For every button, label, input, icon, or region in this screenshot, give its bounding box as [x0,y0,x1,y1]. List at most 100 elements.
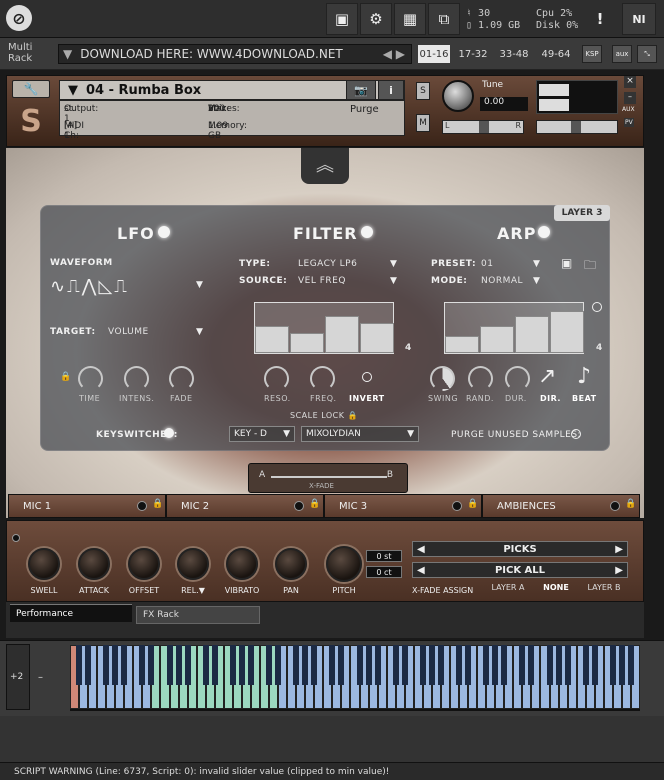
ni-logo-icon[interactable]: ⊘ [6,5,32,31]
chevron-down-icon[interactable]: ▼ [196,327,203,337]
random-knob[interactable] [468,366,493,391]
step-bar[interactable] [480,325,514,353]
waveform-selector[interactable]: ∿⎍⋀◺⎍ [50,276,129,297]
black-key[interactable] [338,645,345,685]
black-key[interactable] [437,645,444,685]
window-icon[interactable]: ⧉ [428,3,460,35]
chevron-down-icon[interactable]: ▼ [390,259,397,269]
pitch-knob[interactable] [326,546,362,582]
mic-1-toggle[interactable] [137,501,147,511]
mute-button[interactable]: M [416,114,430,132]
attack-knob[interactable] [78,548,110,580]
black-key[interactable] [419,645,426,685]
black-key[interactable] [519,645,526,685]
wrench-icon[interactable]: 🔧 [12,80,50,98]
filter-toggle[interactable] [361,226,373,238]
scale-dropdown[interactable]: MIXOLYDIAN ▼ [301,426,419,442]
frequency-knob[interactable] [310,366,335,391]
black-key[interactable] [266,645,273,685]
black-key[interactable] [618,645,625,685]
chevron-down-icon[interactable]: ▼ [390,276,397,286]
xfade-slider[interactable]: A B X-FADE [248,463,408,493]
black-key[interactable] [492,645,499,685]
rack-tab-3[interactable]: 33-48 [496,45,532,63]
save-icon[interactable]: ▣ [561,256,572,270]
power-indicator[interactable] [12,534,20,542]
tab-fx-rack[interactable]: FX Rack [136,606,260,624]
black-key[interactable] [121,645,128,685]
time-knob[interactable] [78,366,103,391]
black-key[interactable] [582,645,589,685]
rack-name-field[interactable]: ▼ DOWNLOAD HERE: WWW.4DOWNLOAD.NET ◀ ▶ [58,44,412,64]
layer-a-button[interactable]: LAYER A [484,583,532,596]
lock-icon[interactable]: 🔒 [625,499,636,509]
ni-icon[interactable]: NI [622,3,656,35]
step-bar[interactable] [360,323,394,353]
picks-selector[interactable]: ◀ PICKS ▶ [412,541,628,557]
direction-arrow-icon[interactable]: ↗ [538,364,556,389]
lfo-toggle[interactable] [158,226,170,238]
camera-icon[interactable]: 📷 [346,80,376,100]
keyswitches-toggle[interactable] [164,428,174,438]
black-key[interactable] [139,645,146,685]
black-key[interactable] [275,645,282,685]
black-key[interactable] [148,645,155,685]
warning-icon[interactable]: ! [584,3,616,35]
intensity-knob[interactable] [124,366,149,391]
step-bar[interactable] [255,325,289,353]
solo-button[interactable]: S [416,82,430,100]
swing-knob[interactable] [430,366,455,391]
volume-slider[interactable] [536,120,618,134]
black-key[interactable] [247,645,254,685]
black-key[interactable] [293,645,300,685]
black-key[interactable] [483,645,490,685]
type-dropdown[interactable]: LEGACY LP6 [298,259,357,269]
octave-down-button[interactable]: – [38,672,43,683]
rack-tab-4[interactable]: 49-64 [538,45,574,63]
tune-knob[interactable] [442,80,474,112]
rack-tab-1[interactable]: 01-16 [418,45,450,63]
gear-icon[interactable]: ⚙ [360,3,392,35]
black-key[interactable] [76,645,83,685]
chevron-up-icon[interactable]: ︽ [301,148,349,184]
arp-step-toggle[interactable] [592,302,602,312]
lock-icon[interactable]: 🔒 [467,499,478,509]
semitone-field[interactable]: 0 st [366,550,402,562]
black-key[interactable] [166,645,173,685]
source-dropdown[interactable]: VEL FREQ [298,276,346,286]
chevron-down-icon[interactable]: ▼ [533,276,540,286]
close-icon[interactable]: × [624,76,636,88]
black-key[interactable] [85,645,92,685]
chevron-down-icon[interactable]: ▼ [533,259,540,269]
black-key[interactable] [564,645,571,685]
black-key[interactable] [609,645,616,685]
folder-icon[interactable]: 🗀 [584,256,596,277]
step-bar[interactable] [325,315,359,353]
black-key[interactable] [184,645,191,685]
layer-b-button[interactable]: LAYER B [580,583,628,596]
aux-toggle[interactable]: AUX [622,106,635,113]
offset-knob[interactable] [128,548,160,580]
black-key[interactable] [103,645,110,685]
purge-dropdown[interactable]: Purge [350,104,379,115]
black-key[interactable] [591,645,598,685]
invert-toggle[interactable] [362,372,372,382]
black-key[interactable] [302,645,309,685]
arp-toggle[interactable] [538,226,550,238]
black-key[interactable] [365,645,372,685]
resonance-knob[interactable] [264,366,289,391]
lock-icon[interactable]: 🔒 [309,499,320,509]
filter-step-count[interactable]: 4 [405,343,412,353]
step-bar[interactable] [445,335,479,353]
black-key[interactable] [555,645,562,685]
rack-view-icon[interactable]: ▦ [394,3,426,35]
pick-all-selector[interactable]: ◀ PICK ALL ▶ [412,562,628,578]
filter-step-display[interactable] [254,302,394,354]
pv-toggle[interactable]: PV [624,118,634,127]
black-key[interactable] [528,645,535,685]
black-key[interactable] [501,645,508,685]
mode-dropdown[interactable]: NORMAL [481,276,523,286]
lock-icon[interactable]: 🔒 [152,499,163,509]
save-icon[interactable]: ▣ [326,3,358,35]
black-key[interactable] [374,645,381,685]
